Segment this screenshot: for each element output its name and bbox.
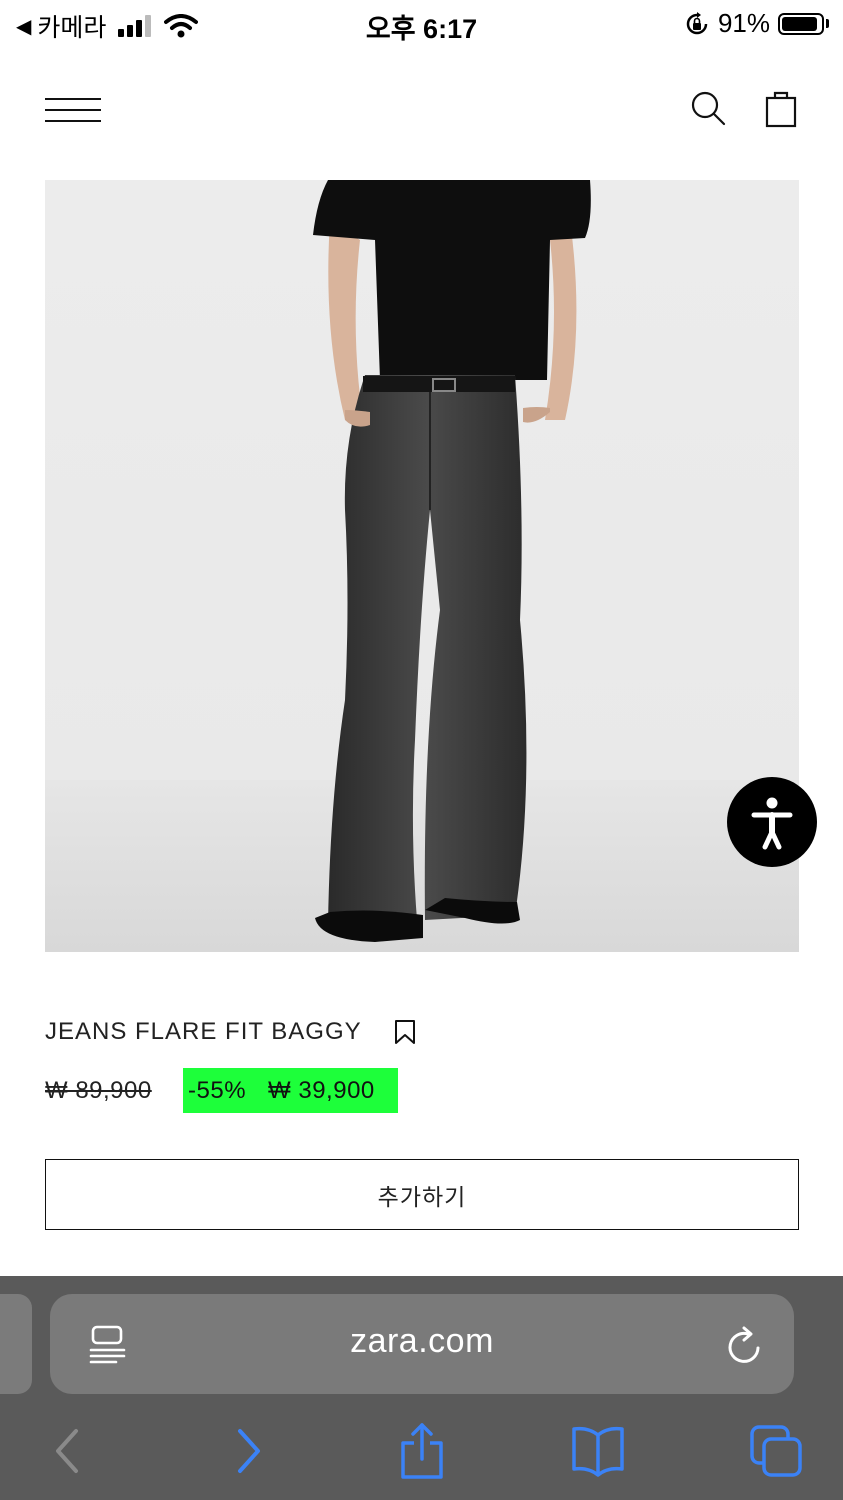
status-right: 91% [684, 8, 829, 39]
back-icon[interactable] [40, 1421, 96, 1481]
shopping-bag-icon[interactable] [764, 90, 798, 128]
menu-icon[interactable] [45, 98, 101, 124]
sale-price: ₩ 39,900 [268, 1076, 375, 1104]
product-photo-illustration [45, 180, 799, 952]
accessibility-icon [751, 797, 793, 850]
site-header [0, 60, 843, 160]
reload-icon[interactable] [726, 1324, 766, 1366]
battery-tip [826, 19, 829, 28]
browser-toolbar: zara.com [0, 1276, 843, 1500]
battery-icon [778, 12, 824, 35]
previous-tab-preview[interactable] [0, 1294, 32, 1394]
accessibility-button[interactable] [727, 777, 817, 867]
bookmarks-icon[interactable] [570, 1421, 626, 1481]
address-bar[interactable]: zara.com [50, 1294, 794, 1394]
bookmark-icon[interactable] [393, 1019, 417, 1045]
original-price: ₩ 89,900 [45, 1077, 152, 1104]
forward-icon[interactable] [220, 1421, 276, 1481]
rotation-lock-icon [686, 11, 708, 34]
sale-price-badge: -55% ₩ 39,900 [183, 1068, 398, 1113]
tabs-icon[interactable] [748, 1421, 804, 1481]
url-text: zara.com [350, 1322, 494, 1360]
battery-level-fill [782, 16, 817, 31]
add-to-cart-button[interactable]: 추가하기 [45, 1159, 799, 1230]
discount-percent: -55% [188, 1076, 247, 1104]
share-icon[interactable] [394, 1421, 450, 1481]
search-icon[interactable] [690, 90, 726, 126]
browser-nav-row [0, 1421, 843, 1481]
status-bar: ◀ 카메라 오후 6:17 91% [0, 0, 843, 50]
product-image[interactable] [45, 180, 799, 952]
product-name: JEANS FLARE FIT BAGGY [45, 1018, 362, 1045]
battery-percent: 91% [717, 8, 770, 38]
